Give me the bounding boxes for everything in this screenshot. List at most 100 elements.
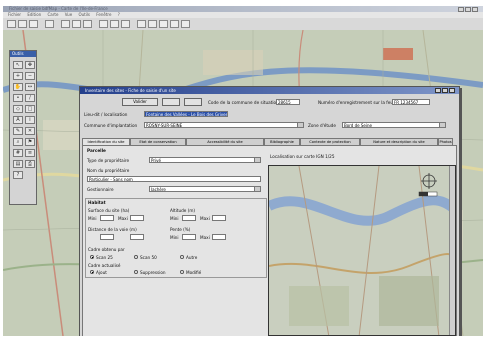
habitat-title: Habitat bbox=[88, 200, 106, 205]
select-icon[interactable]: ↖ bbox=[13, 61, 23, 69]
tab-accessibility[interactable]: Accessibilité du site bbox=[186, 138, 264, 145]
commune-value: ROSNY-SUR-SEINE bbox=[146, 123, 183, 128]
measure-icon[interactable]: ↔ bbox=[25, 83, 35, 91]
palette-title: Outils bbox=[10, 51, 36, 57]
dialog-close-icon[interactable] bbox=[449, 88, 455, 93]
report-field[interactable]: FR 1234567 bbox=[392, 99, 430, 105]
minimize-icon[interactable] bbox=[458, 6, 464, 12]
locality-field[interactable]: Fontaine des Vallées - Le Bois des Grive… bbox=[144, 111, 228, 117]
layer-icon[interactable] bbox=[121, 20, 130, 28]
pan-icon[interactable] bbox=[110, 20, 119, 28]
rectangle-icon[interactable]: □ bbox=[25, 105, 35, 113]
chevron-down-icon[interactable] bbox=[439, 123, 445, 127]
grid-icon[interactable] bbox=[137, 20, 146, 28]
flag-icon[interactable]: ⚑ bbox=[25, 138, 35, 146]
inset-title: Localisation sur carte IGN 1/25 bbox=[270, 154, 335, 159]
line-icon[interactable]: / bbox=[25, 94, 35, 102]
point-icon[interactable]: • bbox=[13, 94, 23, 102]
chart-icon[interactable] bbox=[159, 20, 168, 28]
save-icon[interactable] bbox=[29, 20, 38, 28]
surface-max-field[interactable] bbox=[130, 215, 144, 221]
radio-modified[interactable] bbox=[180, 270, 184, 274]
surface-min-field[interactable] bbox=[100, 215, 114, 221]
slope-min-label: Mini bbox=[170, 235, 179, 240]
info-icon[interactable] bbox=[181, 20, 190, 28]
copy-icon[interactable] bbox=[72, 20, 81, 28]
search-icon[interactable]: ⌕ bbox=[13, 138, 23, 146]
erase-icon[interactable]: ✕ bbox=[25, 127, 35, 135]
surface-label: Surface du site (ha) bbox=[88, 208, 130, 213]
collection-label: Code de la commune de situation bbox=[208, 100, 279, 105]
chevron-down-icon[interactable] bbox=[254, 158, 260, 162]
list-icon[interactable]: ≡ bbox=[25, 149, 35, 157]
close-icon[interactable] bbox=[472, 6, 478, 12]
altitude-max-field[interactable] bbox=[212, 215, 226, 221]
print-icon[interactable] bbox=[45, 20, 54, 28]
dialog-maximize-icon[interactable] bbox=[442, 88, 448, 93]
altitude-min-field[interactable] bbox=[182, 215, 196, 221]
inset-scrollbar[interactable] bbox=[449, 166, 455, 335]
owner-field[interactable]: Particulier - Sans nom bbox=[87, 176, 261, 182]
radio-delete[interactable] bbox=[134, 270, 138, 274]
tab-strip: Identification du site Etat de conservat… bbox=[82, 138, 457, 146]
tab-protection[interactable]: Contexte de protection bbox=[300, 138, 360, 145]
distance-min-field[interactable] bbox=[100, 234, 114, 240]
legend-icon[interactable] bbox=[170, 20, 179, 28]
locality-label: Lieu-dit / localisation bbox=[84, 112, 128, 117]
tab-conservation[interactable]: Etat de conservation bbox=[130, 138, 186, 145]
collection-field[interactable]: 28615 bbox=[276, 99, 300, 105]
polygon-icon[interactable]: ◇ bbox=[13, 105, 23, 113]
radio-scan50-label: Scan 50 bbox=[140, 255, 157, 260]
slope-max-label: Maxi bbox=[200, 235, 210, 240]
radio-scan50[interactable] bbox=[134, 255, 138, 259]
type-value: Privé bbox=[151, 158, 161, 163]
pencil-icon[interactable]: ✎ bbox=[13, 127, 23, 135]
paste-icon[interactable] bbox=[83, 20, 92, 28]
tool-palette: Outils ↖ ✥ + − ✋ ↔ • / ◇ □ A i ✎ ✕ ⌕ ⚑ #… bbox=[9, 50, 37, 205]
cut-icon[interactable] bbox=[61, 20, 70, 28]
type-label: Type de propriétaire bbox=[87, 158, 130, 163]
print-tool-icon[interactable]: ⎙ bbox=[25, 160, 35, 168]
new-icon[interactable] bbox=[7, 20, 16, 28]
radio-group2-label: Cadre actualisé bbox=[88, 263, 121, 268]
layers-icon[interactable]: ▤ bbox=[13, 160, 23, 168]
habitat-group: Habitat Surface du site (ha) Mini Maxi A… bbox=[85, 198, 267, 278]
print-button[interactable] bbox=[184, 98, 202, 106]
commune-select[interactable]: ROSNY-SUR-SEINE bbox=[144, 122, 304, 128]
tab-bibliography[interactable]: Bibliographie bbox=[264, 138, 300, 145]
help-icon[interactable]: ? bbox=[13, 171, 23, 179]
tab-nature[interactable]: Nature et description du site bbox=[360, 138, 438, 145]
section-title: Parcelle bbox=[87, 148, 106, 153]
zoom-icon[interactable] bbox=[99, 20, 108, 28]
save-button[interactable]: Valider bbox=[122, 98, 158, 106]
slope-label: Pente (%) bbox=[170, 227, 191, 232]
commune-label: Commune d'implantation bbox=[84, 123, 138, 128]
usage-select[interactable]: Jachère bbox=[149, 186, 261, 192]
open-icon[interactable] bbox=[18, 20, 27, 28]
zone-value: Bord de Seine bbox=[344, 123, 372, 128]
zone-select[interactable]: Bord de Seine bbox=[342, 122, 446, 128]
table-icon[interactable] bbox=[148, 20, 157, 28]
move-icon[interactable]: ✥ bbox=[25, 61, 35, 69]
radio-scan25[interactable] bbox=[90, 255, 94, 259]
info-tool-icon[interactable]: i bbox=[25, 116, 35, 124]
slope-max-field[interactable] bbox=[212, 234, 226, 240]
radio-other[interactable] bbox=[180, 255, 184, 259]
chevron-down-icon[interactable] bbox=[254, 187, 260, 191]
grid-tool-icon[interactable]: # bbox=[13, 149, 23, 157]
slope-min-field[interactable] bbox=[182, 234, 196, 240]
hand-icon[interactable]: ✋ bbox=[13, 83, 23, 91]
inset-map[interactable] bbox=[268, 165, 456, 336]
zoom-in-icon[interactable]: + bbox=[13, 72, 23, 80]
navigation-button[interactable] bbox=[162, 98, 180, 106]
text-icon[interactable]: A bbox=[13, 116, 23, 124]
chevron-down-icon[interactable] bbox=[297, 123, 303, 127]
maximize-icon[interactable] bbox=[465, 6, 471, 12]
altitude-max-label: Maxi bbox=[200, 216, 210, 221]
tab-photos[interactable]: Photos bbox=[438, 138, 453, 145]
radio-add[interactable] bbox=[90, 270, 94, 274]
dialog-minimize-icon[interactable] bbox=[435, 88, 441, 93]
type-select[interactable]: Privé bbox=[149, 157, 261, 163]
distance-max-field[interactable] bbox=[130, 234, 144, 240]
zoom-out-icon[interactable]: − bbox=[25, 72, 35, 80]
